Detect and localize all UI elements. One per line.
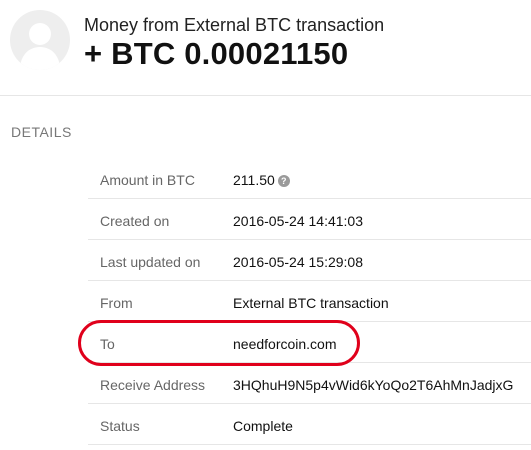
detail-value: Complete — [233, 418, 293, 434]
transaction-header: Money from External BTC transaction + BT… — [0, 0, 531, 96]
detail-label: Receive Address — [100, 377, 206, 393]
detail-row-last-updated-on: Last updated on 2016-05-24 15:29:08 — [88, 240, 531, 281]
transaction-title: Money from External BTC transaction — [84, 15, 385, 35]
detail-label: Status — [100, 418, 140, 434]
detail-label: To — [100, 336, 115, 352]
avatar — [10, 10, 70, 70]
detail-row-created-on: Created on 2016-05-24 14:41:03 — [88, 199, 531, 240]
detail-value: needforcoin.com — [233, 336, 337, 352]
question-circle-icon[interactable]: ? — [277, 175, 290, 187]
amount-in-btc-value: 211.50 — [233, 172, 275, 188]
detail-row-to: To needforcoin.com — [88, 322, 531, 363]
detail-value: External BTC transaction — [233, 295, 389, 311]
detail-value: 2016-05-24 14:41:03 — [233, 213, 363, 229]
details-list: Amount in BTC 211.50? Created on 2016-05… — [88, 158, 531, 445]
user-silhouette-icon — [20, 23, 60, 70]
detail-row-receive-address: Receive Address 3HQhuH9N5p4vWid6kYoQo2T6… — [88, 363, 531, 404]
detail-row-status: Status Complete — [88, 404, 531, 445]
detail-label: From — [100, 295, 133, 311]
detail-value: 3HQhuH9N5p4vWid6kYoQo2T6AhMnJadjxG — [233, 377, 514, 393]
detail-row-from: From External BTC transaction — [88, 281, 531, 322]
detail-label: Created on — [100, 213, 170, 229]
detail-value: 211.50? — [233, 172, 290, 188]
transaction-amount: + BTC 0.00021150 — [84, 36, 349, 71]
detail-row-amount-in-btc: Amount in BTC 211.50? — [88, 158, 531, 199]
detail-label: Amount in BTC — [100, 172, 195, 188]
detail-value: 2016-05-24 15:29:08 — [233, 254, 363, 270]
detail-label: Last updated on — [100, 254, 201, 270]
details-heading: DETAILS — [11, 124, 72, 140]
